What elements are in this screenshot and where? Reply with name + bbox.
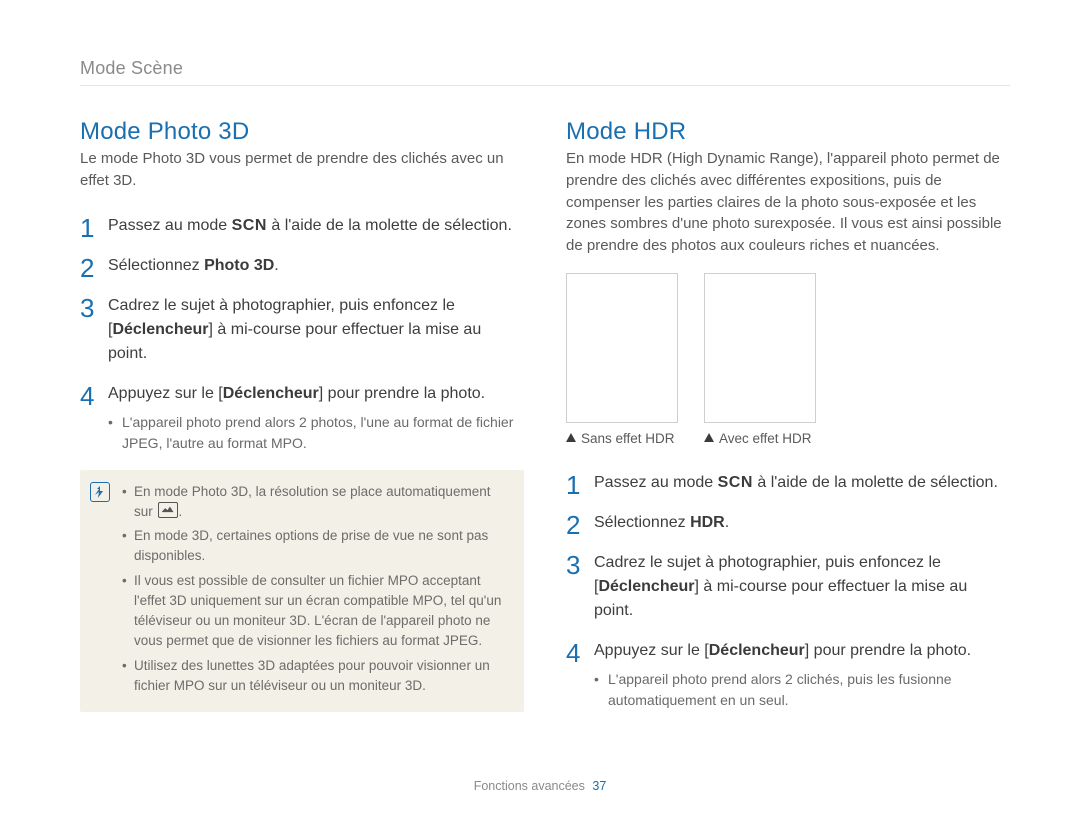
page-number: 37 bbox=[592, 779, 606, 793]
note-text: . bbox=[179, 504, 183, 519]
step-bold: Photo 3D bbox=[204, 257, 274, 274]
step-3: Cadrez le sujet à photographier, puis en… bbox=[566, 551, 1010, 623]
step-2: Sélectionnez HDR. bbox=[566, 511, 1010, 535]
step-1: Passez au mode SCN à l'aide de la molett… bbox=[566, 471, 1010, 495]
caption-text: Sans effet HDR bbox=[581, 431, 675, 446]
scn-icon: SCN bbox=[232, 217, 267, 234]
example-image-with-hdr bbox=[704, 273, 816, 423]
step-text: . bbox=[725, 514, 729, 531]
example-image-col: Sans effet HDR bbox=[566, 273, 678, 449]
example-images-row: Sans effet HDR Avec effet HDR bbox=[566, 273, 1010, 449]
footer-label: Fonctions avancées bbox=[474, 779, 585, 793]
page: Mode Scène Mode Photo 3D Le mode Photo 3… bbox=[0, 0, 1080, 815]
step-bold: Déclencheur bbox=[709, 642, 805, 659]
note-box: En mode Photo 3D, la résolution se place… bbox=[80, 470, 524, 713]
page-footer: Fonctions avancées 37 bbox=[0, 779, 1080, 793]
two-column-layout: Mode Photo 3D Le mode Photo 3D vous perm… bbox=[80, 108, 1010, 727]
section-title-hdr: Mode HDR bbox=[566, 118, 1010, 146]
example-image-col: Avec effet HDR bbox=[704, 273, 816, 449]
step-text: ] pour prendre la photo. bbox=[319, 385, 485, 402]
right-column: Mode HDR En mode HDR (High Dynamic Range… bbox=[566, 108, 1010, 727]
substep-text: L'appareil photo prend alors 2 clichés, … bbox=[594, 669, 1010, 711]
note-icon bbox=[90, 482, 110, 502]
resolution-icon bbox=[158, 502, 178, 518]
step-bold: Déclencheur bbox=[598, 578, 694, 595]
step-bold: Déclencheur bbox=[112, 321, 208, 338]
note-item: En mode 3D, certaines options de prise d… bbox=[122, 526, 510, 567]
step-text: . bbox=[274, 257, 278, 274]
step-3: Cadrez le sujet à photographier, puis en… bbox=[80, 294, 524, 366]
intro-hdr: En mode HDR (High Dynamic Range), l'appa… bbox=[566, 148, 1010, 257]
example-image-without-hdr bbox=[566, 273, 678, 423]
substeps: L'appareil photo prend alors 2 clichés, … bbox=[594, 669, 1010, 711]
image-caption: Sans effet HDR bbox=[566, 429, 678, 449]
substep-text: L'appareil photo prend alors 2 photos, l… bbox=[108, 412, 524, 454]
caption-text: Avec effet HDR bbox=[719, 431, 812, 446]
step-4: Appuyez sur le [Déclencheur] pour prendr… bbox=[80, 382, 524, 454]
scn-icon: SCN bbox=[718, 474, 753, 491]
breadcrumb: Mode Scène bbox=[80, 58, 1010, 86]
triangle-up-icon bbox=[566, 429, 576, 448]
step-text: à l'aide de la molette de sélection. bbox=[267, 217, 512, 234]
steps-photo3d: Passez au mode SCN à l'aide de la molett… bbox=[80, 214, 524, 454]
image-caption: Avec effet HDR bbox=[704, 429, 816, 449]
substeps: L'appareil photo prend alors 2 photos, l… bbox=[108, 412, 524, 454]
steps-hdr: Passez au mode SCN à l'aide de la molett… bbox=[566, 471, 1010, 711]
section-title-photo3d: Mode Photo 3D bbox=[80, 118, 524, 146]
step-text: à l'aide de la molette de sélection. bbox=[753, 474, 998, 491]
note-text: En mode Photo 3D, la résolution se place… bbox=[134, 484, 490, 519]
note-item: En mode Photo 3D, la résolution se place… bbox=[122, 482, 510, 523]
step-bold: HDR bbox=[690, 514, 725, 531]
intro-photo3d: Le mode Photo 3D vous permet de prendre … bbox=[80, 148, 524, 192]
step-text: Passez au mode bbox=[108, 217, 232, 234]
step-bold: Déclencheur bbox=[223, 385, 319, 402]
note-item: Utilisez des lunettes 3D adaptées pour p… bbox=[122, 656, 510, 697]
step-text: Appuyez sur le [ bbox=[594, 642, 709, 659]
step-text: ] pour prendre la photo. bbox=[805, 642, 971, 659]
step-2: Sélectionnez Photo 3D. bbox=[80, 254, 524, 278]
triangle-up-icon bbox=[704, 429, 714, 448]
step-text: Passez au mode bbox=[594, 474, 718, 491]
left-column: Mode Photo 3D Le mode Photo 3D vous perm… bbox=[80, 108, 524, 727]
step-1: Passez au mode SCN à l'aide de la molett… bbox=[80, 214, 524, 238]
step-text: Sélectionnez bbox=[594, 514, 690, 531]
step-4: Appuyez sur le [Déclencheur] pour prendr… bbox=[566, 639, 1010, 711]
step-text: Sélectionnez bbox=[108, 257, 204, 274]
note-item: Il vous est possible de consulter un fic… bbox=[122, 571, 510, 652]
step-text: Appuyez sur le [ bbox=[108, 385, 223, 402]
